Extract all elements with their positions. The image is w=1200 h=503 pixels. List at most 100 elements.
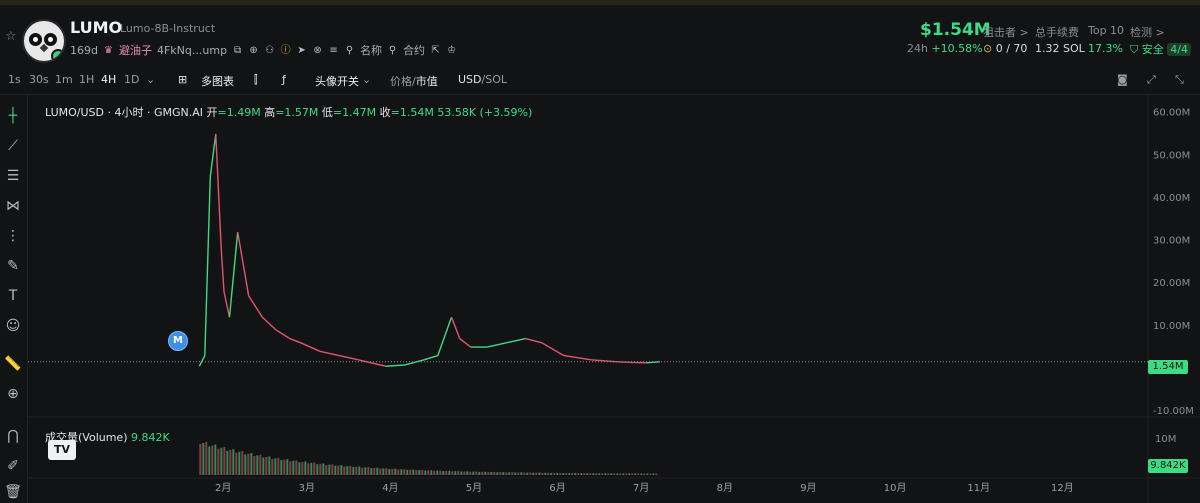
price-segment — [237, 231, 250, 297]
trendline-icon[interactable]: ⟋ — [4, 137, 22, 155]
fee-stat: 总手续费 1.32 SOL — [1035, 24, 1085, 55]
x-icon[interactable]: ⊗ — [312, 45, 323, 56]
volume-bar — [502, 472, 505, 475]
camera-icon[interactable]: ◙ — [1117, 73, 1128, 86]
delete-icon[interactable]: 🗑 — [4, 483, 22, 501]
x-tick-label: 7月 — [633, 482, 649, 494]
volume-bar — [328, 464, 331, 475]
creator-name[interactable]: 避油子 — [119, 42, 152, 58]
fullscreen-icon[interactable]: ⤢ — [1147, 73, 1156, 87]
price-segment — [209, 133, 217, 177]
volume-bar — [559, 473, 562, 475]
copy-icon[interactable]: ⧉ — [232, 45, 243, 56]
horizontal-lines-icon[interactable]: ☰ — [4, 167, 22, 185]
contract-search-link[interactable]: 合约 — [403, 42, 425, 58]
volume-bar — [646, 473, 649, 475]
volume-bar — [478, 471, 481, 475]
share-icon[interactable]: ⇱ — [430, 45, 441, 56]
check-stat[interactable]: 检测 > — [1130, 24, 1165, 40]
volume-bar — [652, 473, 655, 475]
price-segment — [338, 354, 359, 361]
currency-toggle[interactable]: USD/SOL — [458, 73, 507, 86]
emoji-icon[interactable]: ☺ — [4, 317, 22, 335]
volume-bar — [523, 472, 526, 475]
open-label: 开 — [206, 106, 218, 119]
volume-bar — [562, 472, 565, 475]
interval-4h[interactable]: 4H — [101, 73, 116, 86]
safe-label: 安全 — [1141, 43, 1164, 56]
price-segment — [525, 337, 543, 344]
price-segment — [385, 364, 405, 367]
migration-marker[interactable]: M — [168, 331, 188, 351]
search-icon[interactable]: ⚲ — [344, 45, 355, 56]
volume-bar — [619, 473, 622, 475]
telegram-icon[interactable]: ➤ — [296, 45, 307, 56]
fib-icon[interactable]: ⋮ — [4, 227, 22, 245]
favorite-star-icon[interactable]: ☆ — [5, 29, 17, 44]
candle-type-icon[interactable]: ⫿ — [254, 73, 258, 87]
volume-bar — [469, 471, 472, 475]
sniper-stat[interactable]: 狙击者 > ⊙ 0 / 70 — [983, 24, 1029, 55]
volume-bar — [259, 454, 262, 475]
interval-1d[interactable]: 1D — [124, 73, 139, 86]
crown-outline-icon[interactable]: ♔ — [446, 45, 457, 56]
text-icon[interactable]: T — [4, 287, 22, 305]
warning-icon[interactable]: ⓘ — [280, 45, 291, 56]
token-address[interactable]: 4FkNq...ump — [157, 44, 227, 57]
interval-1h[interactable]: 1H — [79, 73, 94, 86]
volume-bar — [412, 469, 415, 475]
chevron-down-icon-2[interactable]: ⌄ — [362, 73, 371, 86]
volume-bar — [343, 466, 346, 475]
top10-value: 17.3% — [1088, 42, 1123, 55]
zoom-in-icon[interactable]: ⊕ — [4, 385, 22, 403]
volume-bar — [337, 465, 340, 475]
website-icon[interactable]: ⊕ — [248, 45, 259, 56]
price-mode[interactable]: 价格/市值 — [390, 73, 438, 89]
volume-bar — [424, 470, 427, 475]
search-icon-2[interactable]: ⚲ — [387, 45, 398, 56]
volume-bar — [517, 472, 520, 475]
volume-bar — [493, 471, 496, 475]
interval-1s[interactable]: 1s — [8, 73, 21, 86]
magnet-icon[interactable]: ⋂ — [4, 427, 22, 445]
volume-bar — [547, 472, 550, 475]
price-segment — [358, 359, 386, 367]
price-chart[interactable]: 60.00M50.00M40.00M30.00M20.00M10.00M0.00… — [28, 95, 1200, 503]
volume-bar — [310, 462, 313, 475]
add-chart-icon[interactable]: ⊞ — [178, 73, 187, 86]
volume-bar — [613, 473, 616, 475]
volume-bar — [325, 464, 328, 475]
function-icon[interactable]: ƒ — [282, 73, 286, 86]
volume-bar — [535, 472, 538, 475]
volume-bar — [520, 472, 523, 475]
volume-bar — [223, 446, 226, 475]
chevron-down-icon[interactable]: ⌄ — [146, 73, 155, 86]
pattern-icon[interactable]: ⋈ — [4, 197, 22, 215]
volume-bar — [610, 473, 613, 475]
volume-bar — [292, 460, 295, 475]
ruler-icon[interactable]: 📏 — [4, 355, 22, 373]
multi-chart-button[interactable]: 多图表 — [201, 73, 234, 89]
list-icon[interactable]: ≡ — [328, 45, 339, 56]
volume-bar — [526, 472, 529, 475]
token-meta-row: 169d ♛ 避油子 4FkNq...ump ⧉ ⊕ ⚇ ⓘ ➤ ⊗ ≡ ⚲ 名… — [70, 42, 457, 58]
user-icon[interactable]: ⚇ — [264, 45, 275, 56]
name-search-link[interactable]: 名称 — [360, 42, 382, 58]
volume-bar — [295, 460, 298, 475]
interval-1m[interactable]: 1m — [55, 73, 73, 86]
volume-bar — [253, 456, 256, 475]
current-price-tag: 1.54M — [1148, 360, 1188, 374]
volume-bar — [421, 469, 424, 475]
brush-icon[interactable]: ✎ — [4, 257, 22, 275]
crosshair-icon[interactable]: ┼ — [4, 107, 22, 125]
avatar-toggle-button[interactable]: 头像开关 — [315, 73, 359, 89]
volume-bar — [475, 471, 478, 475]
y-tick-label: -10.00M — [1153, 406, 1194, 417]
interval-30s[interactable]: 30s — [29, 73, 49, 86]
lock-draw-icon[interactable]: ✐ — [4, 457, 22, 475]
x-tick-label: 8月 — [717, 482, 733, 494]
close-panel-icon[interactable]: ⤡ — [1175, 73, 1184, 87]
volume-bar — [355, 466, 358, 475]
volume-bar — [481, 471, 484, 475]
volume-bar — [256, 455, 259, 475]
